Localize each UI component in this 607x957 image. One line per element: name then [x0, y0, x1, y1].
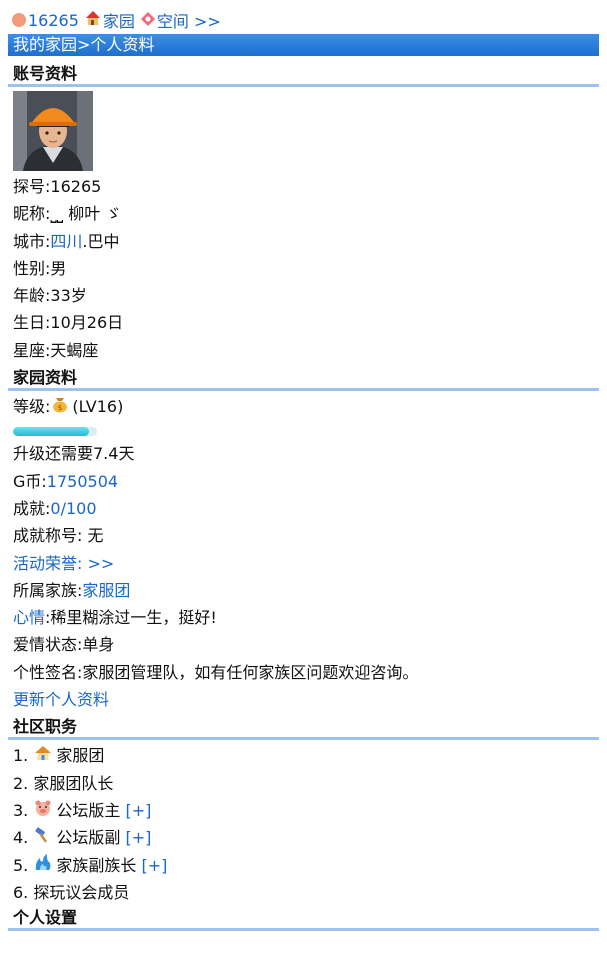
flame-icon — [34, 852, 52, 879]
gender-value: 男 — [50, 258, 67, 278]
city-row: 城市:四川.巴中 — [8, 228, 599, 255]
settings-heading: 个人设置 — [8, 908, 599, 932]
avatar — [13, 91, 93, 171]
money-bag-icon: $ — [51, 394, 69, 421]
family-row: 所属家族:家服团 — [8, 577, 599, 604]
achievement-row: 成就:0/100 — [8, 495, 599, 522]
id-label: 探号: — [13, 177, 51, 196]
id-value: 16265 — [50, 177, 102, 196]
role-number: 3. — [13, 800, 29, 820]
role-item: 4. 公坛版副 [+] — [8, 824, 599, 851]
svg-text:$: $ — [58, 404, 62, 412]
zodiac-value: 天蝎座 — [50, 340, 99, 360]
account-heading: 账号资料 — [8, 64, 599, 87]
role-number: 1. — [13, 746, 29, 766]
signature-row: 个性签名:家服团管理队，如有任何家族区问题欢迎咨询。 — [8, 659, 599, 686]
gcoin-link[interactable]: 1750504 — [47, 472, 118, 491]
achievement-link[interactable]: 0/100 — [50, 499, 96, 518]
role-label: 家族副族长 — [56, 855, 137, 875]
role-expand-link[interactable]: [+] — [125, 801, 151, 820]
level-label: 等级: — [13, 397, 51, 417]
top-nav: 16265 家园 空间 >> — [8, 8, 599, 32]
city-label: 城市: — [13, 231, 51, 251]
age-label: 年龄: — [13, 286, 51, 306]
role-number: 4. — [13, 828, 29, 848]
love-value: 单身 — [82, 635, 115, 655]
nickname-label: 昵称: — [13, 204, 51, 224]
signature-label: 个性签名: — [13, 662, 83, 682]
page: 16265 家园 空间 >> 我的家园>个人资料 账号资料 探号:16265 昵… — [0, 0, 599, 932]
role-item: 1. 家服团 — [8, 742, 599, 769]
roles-heading: 社区职务 — [8, 717, 599, 741]
page-title: 我的家园>个人资料 — [8, 34, 599, 56]
mood-row: 心情:稀里糊涂过一生，挺好! — [8, 604, 599, 631]
hammer-icon — [34, 825, 52, 852]
role-number: 5. — [13, 855, 29, 875]
home-icon — [85, 10, 101, 30]
signature-value: 家服团管理队，如有任何家族区问题欢迎咨询。 — [82, 662, 419, 682]
city-value: .巴中 — [82, 231, 120, 251]
home-link[interactable]: 家园 — [103, 8, 135, 32]
love-label: 爱情状态: — [13, 635, 83, 655]
age-row: 年龄:33岁 — [8, 282, 599, 309]
role-label: 家服团队长 — [33, 773, 114, 793]
role-number: 2. — [13, 773, 29, 793]
love-row: 爱情状态:单身 — [8, 631, 599, 658]
zodiac-row: 星座:天蝎座 — [8, 337, 599, 364]
level-value: (LV16) — [72, 397, 124, 417]
honor-link[interactable]: 活动荣誉: >> — [13, 554, 114, 573]
level-progress-bar — [13, 427, 97, 437]
role-number: 6. — [13, 882, 29, 902]
space-icon — [140, 11, 155, 30]
birthday-value: 10月26日 — [50, 313, 124, 333]
nickname-value: ⎵⎵ 柳叶 ゞ — [50, 204, 122, 224]
level-progress-fill — [13, 427, 89, 437]
gcoin-label: G币: — [13, 471, 47, 491]
role-label: 公坛版主 — [56, 800, 121, 820]
update-profile-link[interactable]: 更新个人资料 — [13, 690, 109, 709]
role-expand-link[interactable]: [+] — [141, 856, 167, 875]
house-icon — [34, 743, 52, 770]
upgrade-row: 升级还需要7.4天 — [13, 444, 135, 464]
age-value: 33岁 — [50, 286, 87, 306]
level-row: 等级: $ (LV16) — [8, 393, 599, 420]
id-row: 探号:16265 — [8, 173, 599, 200]
birthday-row: 生日:10月26日 — [8, 309, 599, 336]
gender-row: 性别:男 — [8, 255, 599, 282]
user-id-link[interactable]: 16265 — [28, 11, 79, 30]
space-link[interactable]: 空间 >> — [157, 8, 221, 32]
home-heading: 家园资料 — [8, 368, 599, 392]
user-id-icon — [12, 13, 26, 27]
update-row: 更新个人资料 — [8, 686, 599, 713]
gcoin-row: G币:1750504 — [8, 468, 599, 495]
gender-label: 性别: — [13, 258, 51, 278]
role-item: 3. 公坛版主 [+] — [8, 797, 599, 824]
province-link[interactable]: 四川 — [50, 232, 82, 251]
zodiac-label: 星座: — [13, 340, 51, 360]
role-item: 6. 探玩议会成员 — [8, 879, 599, 906]
birthday-label: 生日: — [13, 313, 51, 333]
role-label: 探玩议会成员 — [33, 882, 130, 902]
honor-row: 活动荣誉: >> — [8, 550, 599, 577]
achievement-label: 成就: — [13, 498, 51, 518]
achievement-title-row: 成就称号: 无 — [8, 522, 599, 549]
mood-link[interactable]: 心情 — [13, 608, 45, 627]
mood-value: :稀里糊涂过一生，挺好! — [45, 608, 217, 628]
family-link[interactable]: 家服团 — [82, 581, 130, 600]
role-expand-link[interactable]: [+] — [125, 828, 151, 847]
achievement-title-label: 成就称号: — [13, 526, 83, 546]
role-item: 2. 家服团队长 — [8, 770, 599, 797]
role-label: 家服团 — [56, 746, 105, 766]
role-label: 公坛版副 — [56, 828, 121, 848]
achievement-title-value: 无 — [82, 526, 104, 546]
nickname-row: 昵称:⎵⎵ 柳叶 ゞ — [8, 200, 599, 227]
pig-icon — [34, 798, 52, 825]
roles-list: 1. 家服团 2. 家服团队长 3. 公坛版主 [+] 4. 公坛版副 [+] 5. 家… — [8, 742, 599, 906]
family-label: 所属家族: — [13, 580, 83, 600]
role-item: 5. 家族副族长 [+] — [8, 852, 599, 879]
